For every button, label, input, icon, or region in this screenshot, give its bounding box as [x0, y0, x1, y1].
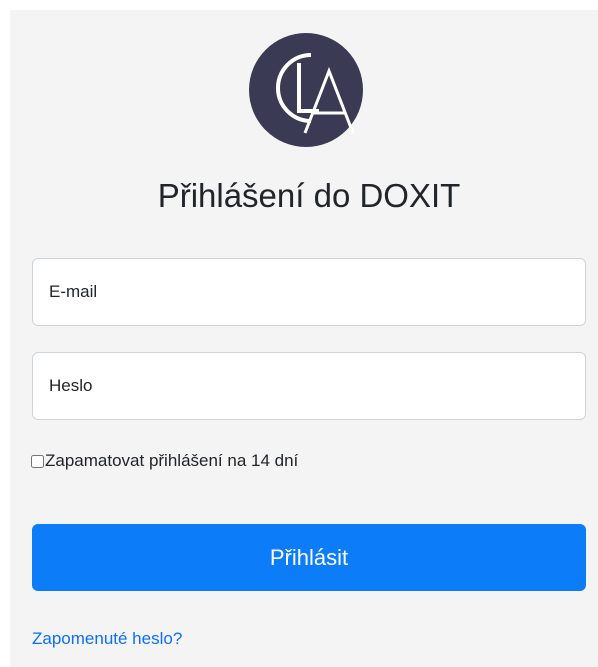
cla-logo-icon [249, 33, 363, 147]
page-title: Přihlášení do DOXIT [157, 177, 461, 214]
remember-label: Zapamatovat přihlášení na 14 dní [45, 451, 299, 470]
password-field[interactable] [32, 352, 586, 420]
remember-checkbox[interactable] [31, 454, 44, 468]
email-field[interactable] [32, 258, 586, 326]
login-button[interactable]: Přihlásit [32, 524, 586, 591]
forgot-password-link[interactable]: Zapomenuté heslo? [32, 629, 182, 649]
remember-me[interactable]: Zapamatovat přihlášení na 14 dní [31, 451, 298, 471]
